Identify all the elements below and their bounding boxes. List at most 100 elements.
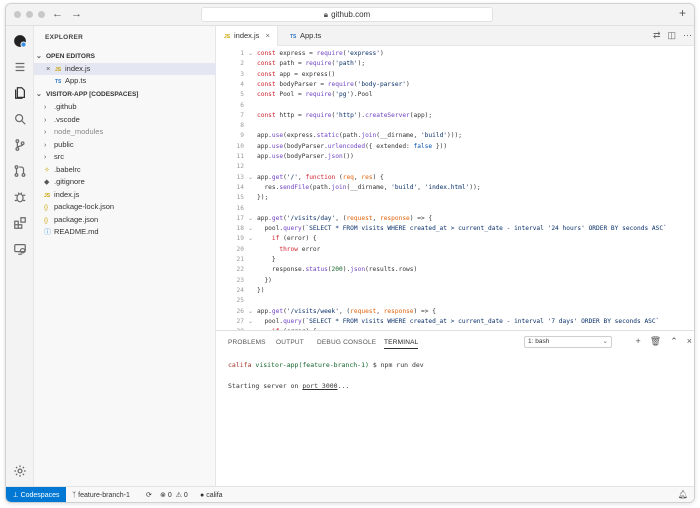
code-line: app.get('/visits/day', (request, respons… (257, 214, 433, 222)
tab-problems[interactable]: PROBLEMS (228, 339, 266, 346)
code-line: pool.query(`SELECT * FROM visits WHERE c… (257, 317, 660, 325)
git-file-icon: ◆ (44, 179, 50, 186)
tab-app-ts[interactable]: TS App.ts (282, 26, 321, 46)
prompt-user: califa (228, 361, 252, 369)
branch-indicator[interactable]: ᛉ feature-branch-1 (72, 487, 130, 502)
code-line: const bodyParser = require('body-parser'… (257, 80, 410, 88)
tree-file[interactable]: ◆ .gitignore (34, 176, 216, 188)
back-arrow-icon[interactable]: ← (52, 8, 63, 20)
new-terminal-plus-icon[interactable]: + (635, 336, 640, 347)
close-icon[interactable]: × (46, 63, 55, 75)
tree-file[interactable]: ⓘ README.md (34, 226, 216, 238)
line-number: 1 (240, 50, 244, 57)
chevron-right-icon: › (44, 129, 47, 136)
line-number: 7 (240, 111, 244, 119)
tab-output[interactable]: OUTPUT (276, 339, 304, 346)
extensions-icon[interactable] (11, 214, 29, 232)
trash-icon[interactable]: 🗑︎ (650, 336, 661, 347)
open-editor-item[interactable]: × JS index.js (34, 63, 216, 75)
search-icon[interactable] (11, 110, 29, 128)
settings-gear-icon[interactable] (11, 462, 29, 480)
forward-arrow-icon[interactable]: → (71, 8, 82, 20)
lock-icon: 🔒︎ (323, 10, 329, 19)
code-line: app.get('/', function (req, res) { (257, 173, 384, 181)
fold-chevron-icon[interactable]: ⌄ (248, 174, 253, 181)
terminal-select[interactable]: 1: bash ⌄ (524, 336, 612, 348)
tree-folder[interactable]: › node_modules (34, 126, 216, 138)
line-number: 6 (240, 101, 244, 109)
project-header[interactable]: ⌄ VISITOR-APP [CODESPACES] (36, 90, 138, 98)
fold-chevron-icon[interactable]: ⌄ (248, 225, 253, 232)
port-link[interactable]: port 3000 (302, 382, 337, 390)
line-number: 23 (236, 276, 244, 284)
editor-actions: ⇄ ◫ ⋯ (653, 30, 692, 41)
debug-icon[interactable] (11, 188, 29, 206)
tab-terminal[interactable]: TERMINAL (384, 339, 419, 349)
more-actions-icon[interactable]: ⋯ (683, 30, 692, 41)
chevron-right-icon: › (44, 154, 47, 161)
code-line: response.status(200).json(results.rows) (257, 266, 418, 274)
line-number: 2 (240, 60, 244, 68)
github-logo-icon[interactable] (11, 32, 29, 50)
user-indicator[interactable]: ● califa (200, 487, 223, 502)
maximize-panel-icon[interactable]: ⌃ (670, 336, 678, 347)
pull-requests-icon[interactable] (11, 162, 29, 180)
files-icon[interactable] (11, 84, 29, 102)
explorer-title: EXPLORER (45, 34, 84, 41)
close-window-dot[interactable] (14, 11, 21, 18)
fold-chevron-icon[interactable]: ⌄ (248, 235, 253, 242)
close-tab-icon[interactable]: × (265, 31, 269, 40)
minimize-window-dot[interactable] (26, 11, 33, 18)
terminal-prompt-line: califa visitor-app(feature-branch-1) $ n… (228, 361, 424, 369)
javascript-file-icon: JS (224, 34, 231, 40)
code-line: const app = express() (257, 70, 336, 78)
open-editors-header[interactable]: ⌄ OPEN EDITORS (36, 52, 95, 60)
problems-indicator[interactable]: ⊗ 0 ⚠ 0 (160, 487, 188, 502)
address-bar[interactable]: 🔒︎ github.com (201, 7, 493, 22)
notification-bell-icon[interactable]: 🔔︎ (678, 490, 688, 499)
line-number: 25 (236, 297, 244, 305)
tree-file[interactable]: {} package-lock.json (34, 201, 216, 213)
new-tab-plus-icon[interactable]: + (679, 6, 686, 20)
typescript-file-icon: TS (290, 34, 297, 40)
tree-file[interactable]: ✧ .babelrc (34, 164, 216, 176)
close-panel-icon[interactable]: × (687, 336, 692, 347)
prompt-command: $ npm run dev (368, 361, 424, 369)
terminal-output-line: Starting server on port 3000... (228, 382, 350, 390)
tree-folder[interactable]: › .github (34, 101, 216, 113)
tree-folder[interactable]: › src (34, 151, 216, 163)
line-number: 19 (236, 235, 244, 243)
fold-chevron-icon[interactable]: ⌄ (248, 50, 253, 57)
tree-file[interactable]: {} package.json (34, 214, 216, 226)
split-editor-icon[interactable]: ◫ (667, 30, 676, 41)
bottom-panel: PROBLEMS OUTPUT DEBUG CONSOLE TERMINAL 1… (216, 330, 694, 486)
status-bar: ⊥ Codespaces ᛉ feature-branch-1 ⟳ ⊗ 0 ⚠ … (6, 486, 694, 502)
menu-icon[interactable] (11, 58, 29, 76)
line-number: 10 (236, 142, 244, 150)
compare-icon[interactable]: ⇄ (653, 30, 661, 41)
open-editor-item[interactable]: TS App.ts (34, 75, 216, 87)
line-number: 8 (240, 122, 244, 130)
explorer-sidebar: EXPLORER ⌄ OPEN EDITORS × JS index.js TS App… (34, 26, 216, 486)
code-editor[interactable]: 1 ⌄ const express = require('express') 2 con… (216, 46, 694, 330)
chevron-right-icon: › (44, 104, 47, 111)
tab-index-js[interactable]: JS index.js × (216, 26, 278, 46)
maximize-window-dot[interactable] (38, 11, 45, 18)
line-number: 3 (240, 70, 244, 78)
fold-chevron-icon[interactable]: ⌄ (248, 308, 253, 315)
tree-file[interactable]: JS index.js (34, 189, 216, 201)
line-number: 22 (236, 266, 244, 274)
tab-debug-console[interactable]: DEBUG CONSOLE (317, 339, 376, 346)
editor-tabs: JS index.js × TS App.ts ⇄ ◫ ⋯ (216, 26, 694, 46)
tree-folder[interactable]: › public (34, 139, 216, 151)
tree-folder[interactable]: › .vscode (34, 114, 216, 126)
remote-indicator[interactable]: ⊥ Codespaces (6, 487, 66, 502)
remote-explorer-icon[interactable] (11, 240, 29, 258)
fold-chevron-icon[interactable]: ⌄ (248, 318, 253, 325)
code-line: const express = require('express') (257, 50, 384, 57)
remote-icon: ⊥ (12, 492, 19, 499)
code-line: }); (257, 194, 269, 202)
sync-icon[interactable]: ⟳ (146, 487, 152, 502)
fold-chevron-icon[interactable]: ⌄ (248, 215, 253, 222)
source-control-icon[interactable] (11, 136, 29, 154)
